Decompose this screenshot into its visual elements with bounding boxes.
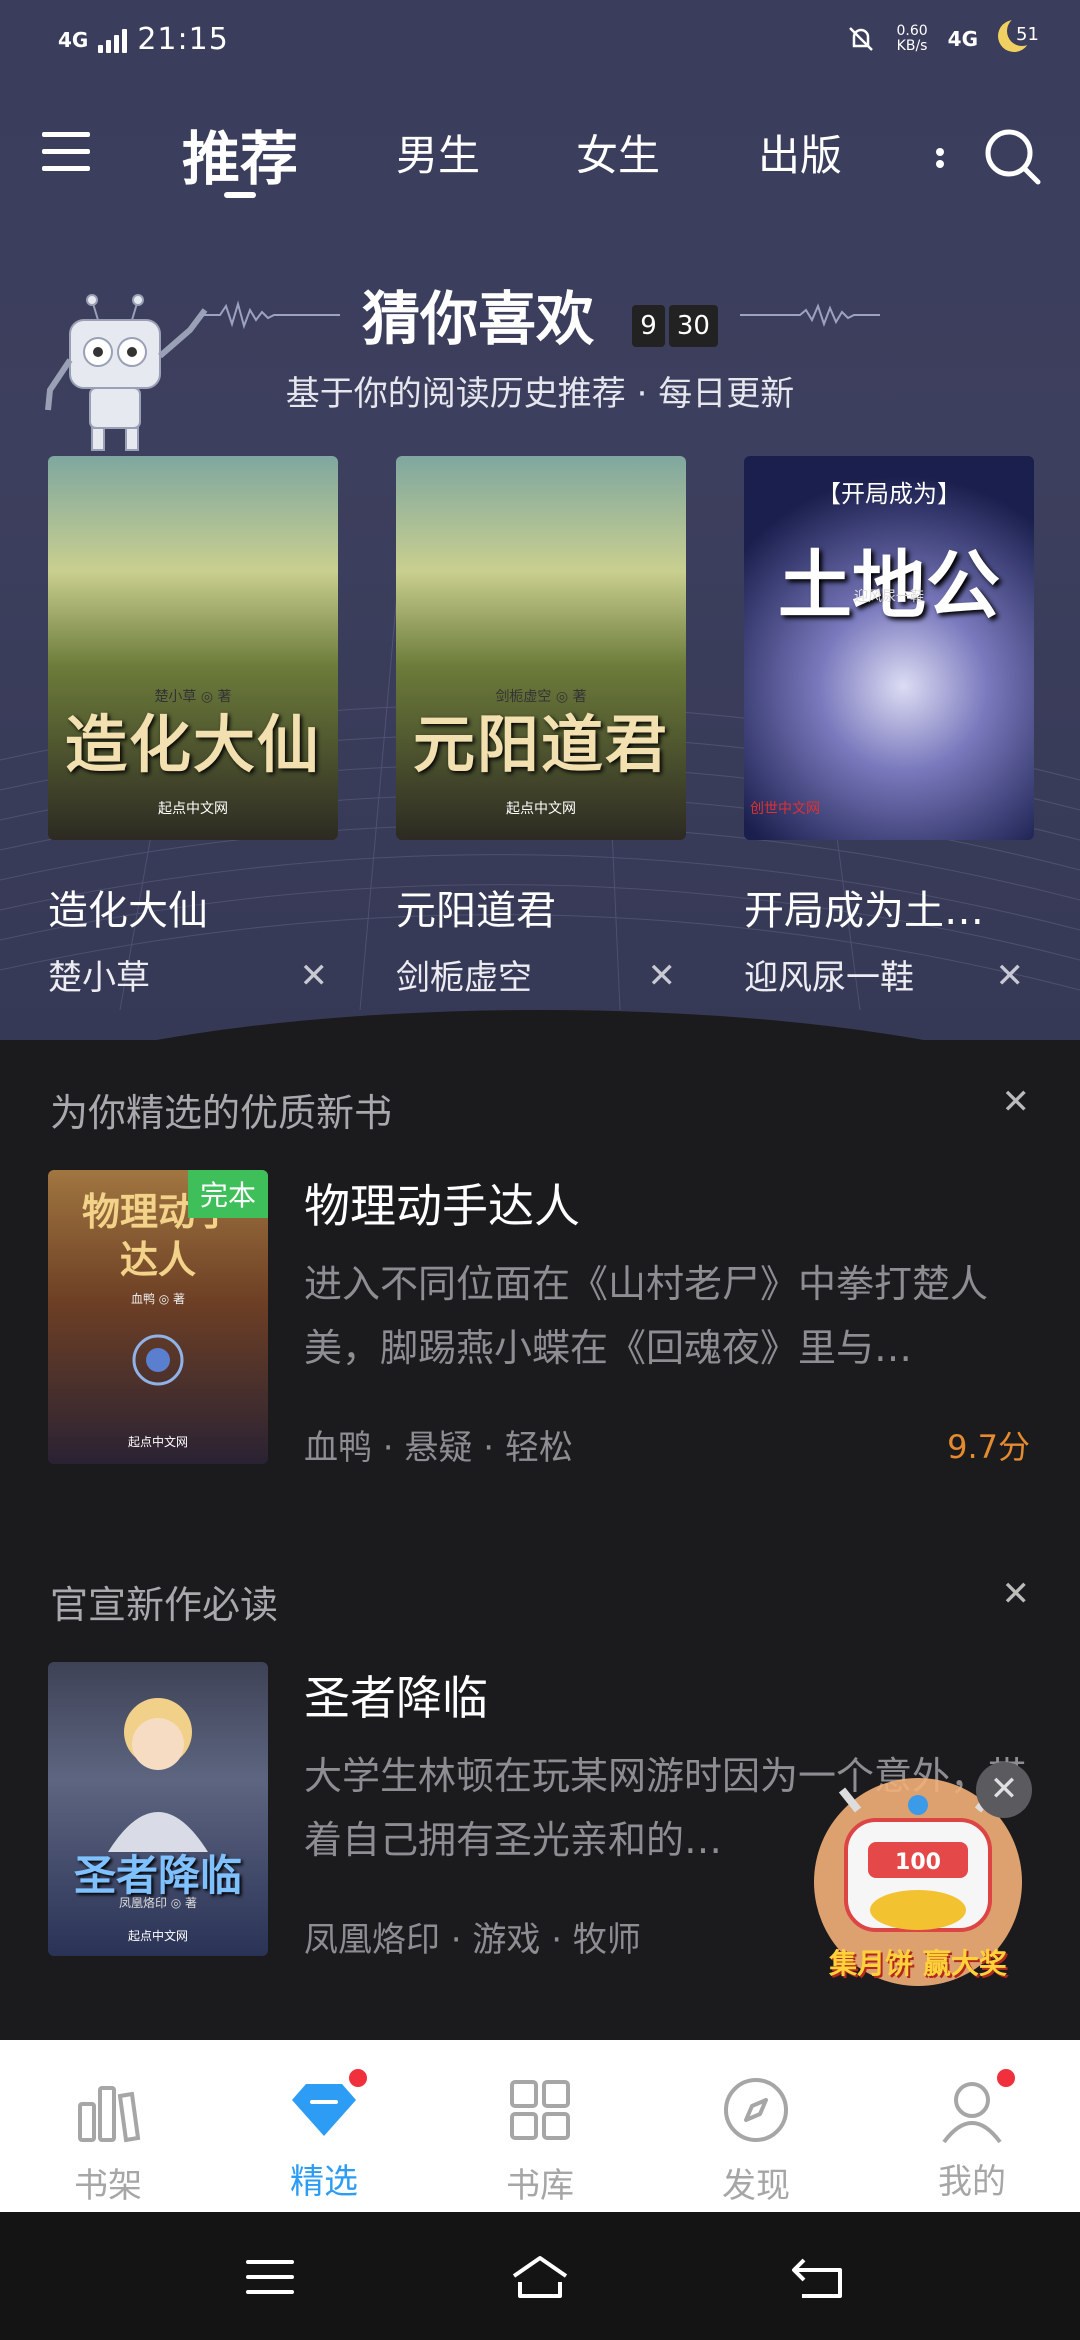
user-icon xyxy=(936,2066,1018,2146)
cover-title: 元阳道君 xyxy=(412,708,669,781)
dismiss-close-icon[interactable]: ✕ xyxy=(996,956,1025,996)
tab-label: 发现 xyxy=(722,2166,790,2206)
book-name[interactable]: 造化大仙 xyxy=(48,878,338,936)
recommend-book-card[interactable]: 剑栀虚空 ◎ 著 元阳道君 起点中文网 元阳道君 剑栀虚空 ✕ xyxy=(396,456,686,999)
book-author: 楚小草 ✕ xyxy=(48,956,329,998)
back-icon[interactable] xyxy=(790,2252,850,2302)
section-title: 为你精选的优质新书 xyxy=(50,1091,393,1135)
status-bar: 4G 21:15 0.60 KB/s 4G 51 xyxy=(0,0,1080,80)
section-close-icon[interactable]: ✕ xyxy=(1002,1574,1031,1614)
book-title[interactable]: 圣者降临 xyxy=(304,1662,488,1728)
cover-author: 迎风尿一鞋 xyxy=(854,589,924,605)
promo-label: 集月饼 赢大奖 xyxy=(829,1947,1007,1980)
mute-bell-icon xyxy=(849,26,874,51)
system-navigation-bar xyxy=(0,2212,1080,2340)
book-author: 剑栀虚空 ✕ xyxy=(396,956,677,998)
date-day: 30 xyxy=(668,305,718,347)
battery-level: 51 xyxy=(1016,24,1039,45)
book-name[interactable]: 开局成为土… xyxy=(744,878,1034,936)
search-icon[interactable] xyxy=(982,126,1042,186)
cover-publisher-logo: 起点中文网 xyxy=(127,1929,188,1943)
compass-icon xyxy=(724,2078,788,2142)
network-speed: 0.60 KB/s xyxy=(896,22,928,54)
cover-publisher-logo: 起点中文网 xyxy=(127,1435,188,1449)
cover-publisher-logo: 创世中文网 xyxy=(750,801,820,817)
tab-male[interactable]: 男生 xyxy=(396,122,480,183)
grid-icon xyxy=(510,2080,570,2140)
book-meta: 凤凰烙印 · 游戏 · 牧师 xyxy=(304,1920,641,1960)
network-label-right: 4G xyxy=(947,26,978,51)
cover-author: 凤凰烙印 ◎ 著 xyxy=(118,1896,198,1910)
section-title: 官宣新作必读 xyxy=(50,1583,279,1627)
tab-female[interactable]: 女生 xyxy=(576,122,660,183)
date-month: 9 xyxy=(632,305,665,347)
diamond-icon xyxy=(288,2066,370,2146)
book-cover[interactable]: 楚小草 ◎ 著 造化大仙 起点中文网 xyxy=(48,456,338,840)
book-score: 9.7分 xyxy=(947,1428,1030,1466)
book-cover[interactable]: 剑栀虚空 ◎ 著 元阳道君 起点中文网 xyxy=(396,456,686,840)
network-label: 4G xyxy=(58,27,89,52)
more-tabs-indicator xyxy=(936,148,944,156)
book-title[interactable]: 物理动手达人 xyxy=(304,1170,580,1236)
book-description: 进入不同位面在《山村老尸》中拳打楚人美，脚踢燕小蝶在《回魂夜》里与… xyxy=(304,1262,989,1370)
glowing-circle-icon xyxy=(132,1334,184,1386)
dismiss-close-icon[interactable]: ✕ xyxy=(648,956,677,996)
dismiss-close-icon[interactable]: ✕ xyxy=(300,956,329,996)
recommend-book-card[interactable]: 楚小草 ◎ 著 造化大仙 起点中文网 造化大仙 楚小草 ✕ xyxy=(48,456,338,999)
section-close-icon[interactable]: ✕ xyxy=(1002,1082,1031,1122)
tab-label: 书库 xyxy=(506,2166,574,2206)
cover-publisher-logo: 起点中文网 xyxy=(506,801,576,817)
hero-banner: 4G 21:15 0.60 KB/s 4G 51 推荐 男生 女生 出版 猜你喜… xyxy=(0,0,1080,1040)
cover-title: 造化大仙 xyxy=(64,708,321,781)
guess-title: 猜你喜欢 xyxy=(362,285,595,353)
book-author: 迎风尿一鞋 ✕ xyxy=(744,956,1025,998)
tab-label: 精选 xyxy=(290,2162,358,2202)
notification-dot xyxy=(346,2066,370,2090)
notification-dot xyxy=(994,2066,1018,2090)
section-quality-new-books: 为你精选的优质新书 ✕ 物理动手达人 血鸭 ◎ 著 起点中文网 完本 物理动手达… xyxy=(0,1046,1080,1496)
cover-tag: 【开局成为】 xyxy=(817,480,961,508)
guess-subtitle: 基于你的阅读历史推荐 · 每日更新 xyxy=(285,374,795,414)
guess-you-like-header: 猜你喜欢 9 30 xyxy=(0,272,1080,356)
bookshelf-icon xyxy=(78,2086,141,2143)
hero-bottom-curve xyxy=(0,1010,1080,1040)
status-time: 21:15 xyxy=(137,22,229,57)
tab-bookshelf[interactable]: 书架 xyxy=(0,2040,216,2212)
book-cover[interactable]: 圣者降临 凤凰烙印 ◎ 著 起点中文网 xyxy=(48,1662,268,1956)
book-meta: 血鸭 · 悬疑 · 轻松 xyxy=(304,1428,573,1468)
tab-label: 我的 xyxy=(938,2162,1006,2202)
cover-author: 血鸭 ◎ 著 xyxy=(130,1292,186,1306)
bottom-tab-bar: 书架 精选 书库 发现 我的 xyxy=(0,2040,1080,2212)
finished-badge: 完本 xyxy=(187,1170,268,1218)
recent-apps-icon[interactable] xyxy=(240,2252,300,2302)
promo-close-icon[interactable]: ✕ xyxy=(976,1762,1032,1818)
promo-counter: 100 xyxy=(895,1850,941,1875)
tab-discover[interactable]: 发现 xyxy=(648,2040,864,2212)
home-icon[interactable] xyxy=(510,2252,570,2302)
menu-icon[interactable] xyxy=(42,132,90,172)
tab-recommend[interactable]: 推荐 xyxy=(182,112,298,196)
tab-featured[interactable]: 精选 xyxy=(216,2040,432,2212)
recommend-book-list: 楚小草 ◎ 著 造化大仙 起点中文网 造化大仙 楚小草 ✕ 剑栀虚空 ◎ 著 元阳… xyxy=(48,456,1038,999)
character-figure-icon xyxy=(108,1698,208,1852)
tab-library[interactable]: 书库 xyxy=(432,2040,648,2212)
tab-mine[interactable]: 我的 xyxy=(864,2040,1080,2212)
cover-title: 土地公 xyxy=(778,543,1000,629)
tab-label: 书架 xyxy=(74,2166,142,2206)
tab-indicator xyxy=(224,192,256,198)
book-cover[interactable]: 【开局成为】 土地公 迎风尿一鞋 创世中文网 xyxy=(744,456,1034,840)
date-flip-clock: 9 30 xyxy=(628,280,718,348)
cover-publisher-logo: 起点中文网 xyxy=(158,801,228,817)
book-name[interactable]: 元阳道君 xyxy=(396,878,686,936)
recommend-book-card[interactable]: 【开局成为】 土地公 迎风尿一鞋 创世中文网 开局成为土… 迎风尿一鞋 ✕ xyxy=(744,456,1034,999)
book-cover[interactable]: 物理动手达人 血鸭 ◎ 著 起点中文网 完本 xyxy=(48,1170,268,1464)
tab-publish[interactable]: 出版 xyxy=(758,122,842,183)
app-screen: 4G 21:15 0.60 KB/s 4G 51 推荐 男生 女生 出版 猜你喜… xyxy=(0,0,1080,2340)
signal-icon xyxy=(98,27,128,53)
top-navigation: 推荐 男生 女生 出版 xyxy=(0,100,1080,210)
